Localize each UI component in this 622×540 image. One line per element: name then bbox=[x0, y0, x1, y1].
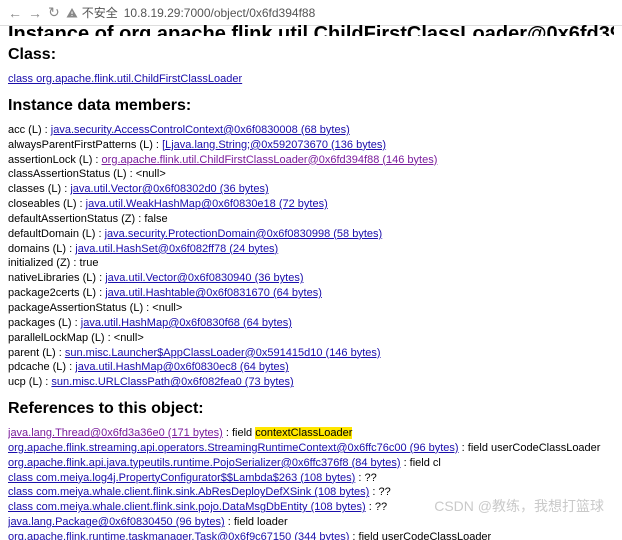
reference-suffix: : ?? bbox=[355, 472, 376, 484]
member-row: nativeLibraries (L) : java.util.Vector@0… bbox=[8, 271, 614, 286]
reference-link[interactable]: class com.meiya.whale.client.flink.sink.… bbox=[8, 486, 369, 498]
member-label: classes (L) : bbox=[8, 183, 70, 195]
url-text[interactable]: 10.8.19.29:7000/object/0x6fd394f88 bbox=[124, 6, 316, 20]
member-row: package2certs (L) : java.util.Hashtable@… bbox=[8, 286, 614, 301]
member-link[interactable]: [Ljava.lang.String;@0x592073670 (136 byt… bbox=[162, 139, 386, 151]
member-link[interactable]: java.util.HashMap@0x6f0830f68 (64 bytes) bbox=[81, 317, 292, 329]
refs-heading: References to this object: bbox=[8, 400, 614, 418]
class-link[interactable]: class org.apache.flink.util.ChildFirstCl… bbox=[8, 73, 242, 85]
member-link[interactable]: org.apache.flink.util.ChildFirstClassLoa… bbox=[102, 154, 438, 166]
reference-row: java.lang.Package@0x6f0830450 (96 bytes)… bbox=[8, 515, 614, 530]
member-row: domains (L) : java.util.HashSet@0x6f082f… bbox=[8, 242, 614, 257]
member-row: closeables (L) : java.util.WeakHashMap@0… bbox=[8, 197, 614, 212]
member-label: assertionLock (L) : bbox=[8, 154, 102, 166]
member-label: ucp (L) : bbox=[8, 376, 51, 388]
reference-row: org.apache.flink.streaming.api.operators… bbox=[8, 441, 614, 456]
member-row: defaultAssertionStatus (Z) : false bbox=[8, 212, 614, 227]
reference-suffix: : field userCodeClassLoader bbox=[349, 531, 491, 540]
member-row: parent (L) : sun.misc.Launcher$AppClassL… bbox=[8, 346, 614, 361]
reference-suffix: : ?? bbox=[369, 486, 390, 498]
reference-suffix: : field cl bbox=[401, 457, 441, 469]
reference-row: org.apache.flink.api.java.typeutils.runt… bbox=[8, 456, 614, 471]
reference-row: class com.meiya.log4j.PropertyConfigurat… bbox=[8, 471, 614, 486]
reference-suffix: : ?? bbox=[366, 501, 387, 513]
page-content: Instance of org.apache.flink.util.ChildF… bbox=[0, 26, 622, 540]
member-row: packages (L) : java.util.HashMap@0x6f083… bbox=[8, 316, 614, 331]
member-row: ucp (L) : sun.misc.URLClassPath@0x6f082f… bbox=[8, 375, 614, 390]
member-row: pdcache (L) : java.util.HashMap@0x6f0830… bbox=[8, 360, 614, 375]
member-label: closeables (L) : bbox=[8, 198, 86, 210]
member-link[interactable]: java.security.ProtectionDomain@0x6f08309… bbox=[105, 228, 383, 240]
member-label: parent (L) : bbox=[8, 347, 65, 359]
member-label: initialized (Z) : true bbox=[8, 257, 98, 269]
member-row: defaultDomain (L) : java.security.Protec… bbox=[8, 227, 614, 242]
reference-row: class com.meiya.whale.client.flink.sink.… bbox=[8, 500, 614, 515]
member-label: parallelLockMap (L) : <null> bbox=[8, 332, 144, 344]
member-row: assertionLock (L) : org.apache.flink.uti… bbox=[8, 153, 614, 168]
member-link[interactable]: java.util.Vector@0x6f0830940 (36 bytes) bbox=[105, 272, 303, 284]
nav-back-icon[interactable]: ← bbox=[8, 5, 22, 21]
member-link[interactable]: sun.misc.Launcher$AppClassLoader@0x59141… bbox=[65, 347, 381, 359]
reference-suffix: : field bbox=[223, 427, 255, 439]
reference-row: class com.meiya.whale.client.flink.sink.… bbox=[8, 485, 614, 500]
reference-link[interactable]: org.apache.flink.streaming.api.operators… bbox=[8, 442, 459, 454]
insecure-badge: 不安全 bbox=[66, 4, 118, 21]
member-link[interactable]: java.util.WeakHashMap@0x6f0830e18 (72 by… bbox=[86, 198, 328, 210]
member-link[interactable]: java.util.HashSet@0x6f082ff78 (24 bytes) bbox=[75, 243, 278, 255]
reference-link[interactable]: java.lang.Package@0x6f0830450 (96 bytes) bbox=[8, 516, 225, 528]
member-label: acc (L) : bbox=[8, 124, 51, 136]
member-label: packageAssertionStatus (L) : <null> bbox=[8, 302, 182, 314]
member-label: nativeLibraries (L) : bbox=[8, 272, 105, 284]
member-row: classAssertionStatus (L) : <null> bbox=[8, 167, 614, 182]
member-label: alwaysParentFirstPatterns (L) : bbox=[8, 139, 162, 151]
reference-link[interactable]: class com.meiya.whale.client.flink.sink.… bbox=[8, 501, 366, 513]
nav-reload-icon[interactable]: ↻ bbox=[48, 4, 60, 21]
class-heading: Class: bbox=[8, 46, 614, 64]
member-link[interactable]: java.security.AccessControlContext@0x6f0… bbox=[51, 124, 350, 136]
member-row: parallelLockMap (L) : <null> bbox=[8, 331, 614, 346]
reference-link[interactable]: org.apache.flink.runtime.taskmanager.Tas… bbox=[8, 531, 349, 540]
member-row: classes (L) : java.util.Vector@0x6f08302… bbox=[8, 182, 614, 197]
insecure-label: 不安全 bbox=[82, 4, 118, 21]
member-label: domains (L) : bbox=[8, 243, 75, 255]
member-link[interactable]: java.util.Hashtable@0x6f0831670 (64 byte… bbox=[105, 287, 322, 299]
highlight: contextClassLoader bbox=[255, 427, 352, 439]
reference-link[interactable]: java.lang.Thread@0x6fd3a36e0 (171 bytes) bbox=[8, 427, 223, 439]
member-link[interactable]: java.util.HashMap@0x6f0830ec8 (64 bytes) bbox=[75, 361, 289, 373]
reference-suffix: : field userCodeClassLoader bbox=[459, 442, 601, 454]
member-label: pdcache (L) : bbox=[8, 361, 75, 373]
nav-forward-icon[interactable]: → bbox=[28, 5, 42, 21]
member-row: initialized (Z) : true bbox=[8, 256, 614, 271]
member-link[interactable]: java.util.Vector@0x6f08302d0 (36 bytes) bbox=[70, 183, 268, 195]
page-title-truncated: Instance of org.apache.flink.util.ChildF… bbox=[8, 20, 614, 36]
reference-suffix: : field loader bbox=[225, 516, 288, 528]
reference-row: org.apache.flink.runtime.taskmanager.Tas… bbox=[8, 530, 614, 540]
member-label: packages (L) : bbox=[8, 317, 81, 329]
reference-link[interactable]: class com.meiya.log4j.PropertyConfigurat… bbox=[8, 472, 355, 484]
reference-row: java.lang.Thread@0x6fd3a36e0 (171 bytes)… bbox=[8, 426, 614, 441]
member-row: packageAssertionStatus (L) : <null> bbox=[8, 301, 614, 316]
warning-icon bbox=[66, 7, 78, 19]
members-heading: Instance data members: bbox=[8, 97, 614, 115]
member-row: acc (L) : java.security.AccessControlCon… bbox=[8, 123, 614, 138]
member-row: alwaysParentFirstPatterns (L) : [Ljava.l… bbox=[8, 138, 614, 153]
member-label: classAssertionStatus (L) : <null> bbox=[8, 168, 166, 180]
member-label: defaultDomain (L) : bbox=[8, 228, 105, 240]
member-label: defaultAssertionStatus (Z) : false bbox=[8, 213, 168, 225]
member-label: package2certs (L) : bbox=[8, 287, 105, 299]
member-link[interactable]: sun.misc.URLClassPath@0x6f082fea0 (73 by… bbox=[51, 376, 293, 388]
reference-link[interactable]: org.apache.flink.api.java.typeutils.runt… bbox=[8, 457, 401, 469]
